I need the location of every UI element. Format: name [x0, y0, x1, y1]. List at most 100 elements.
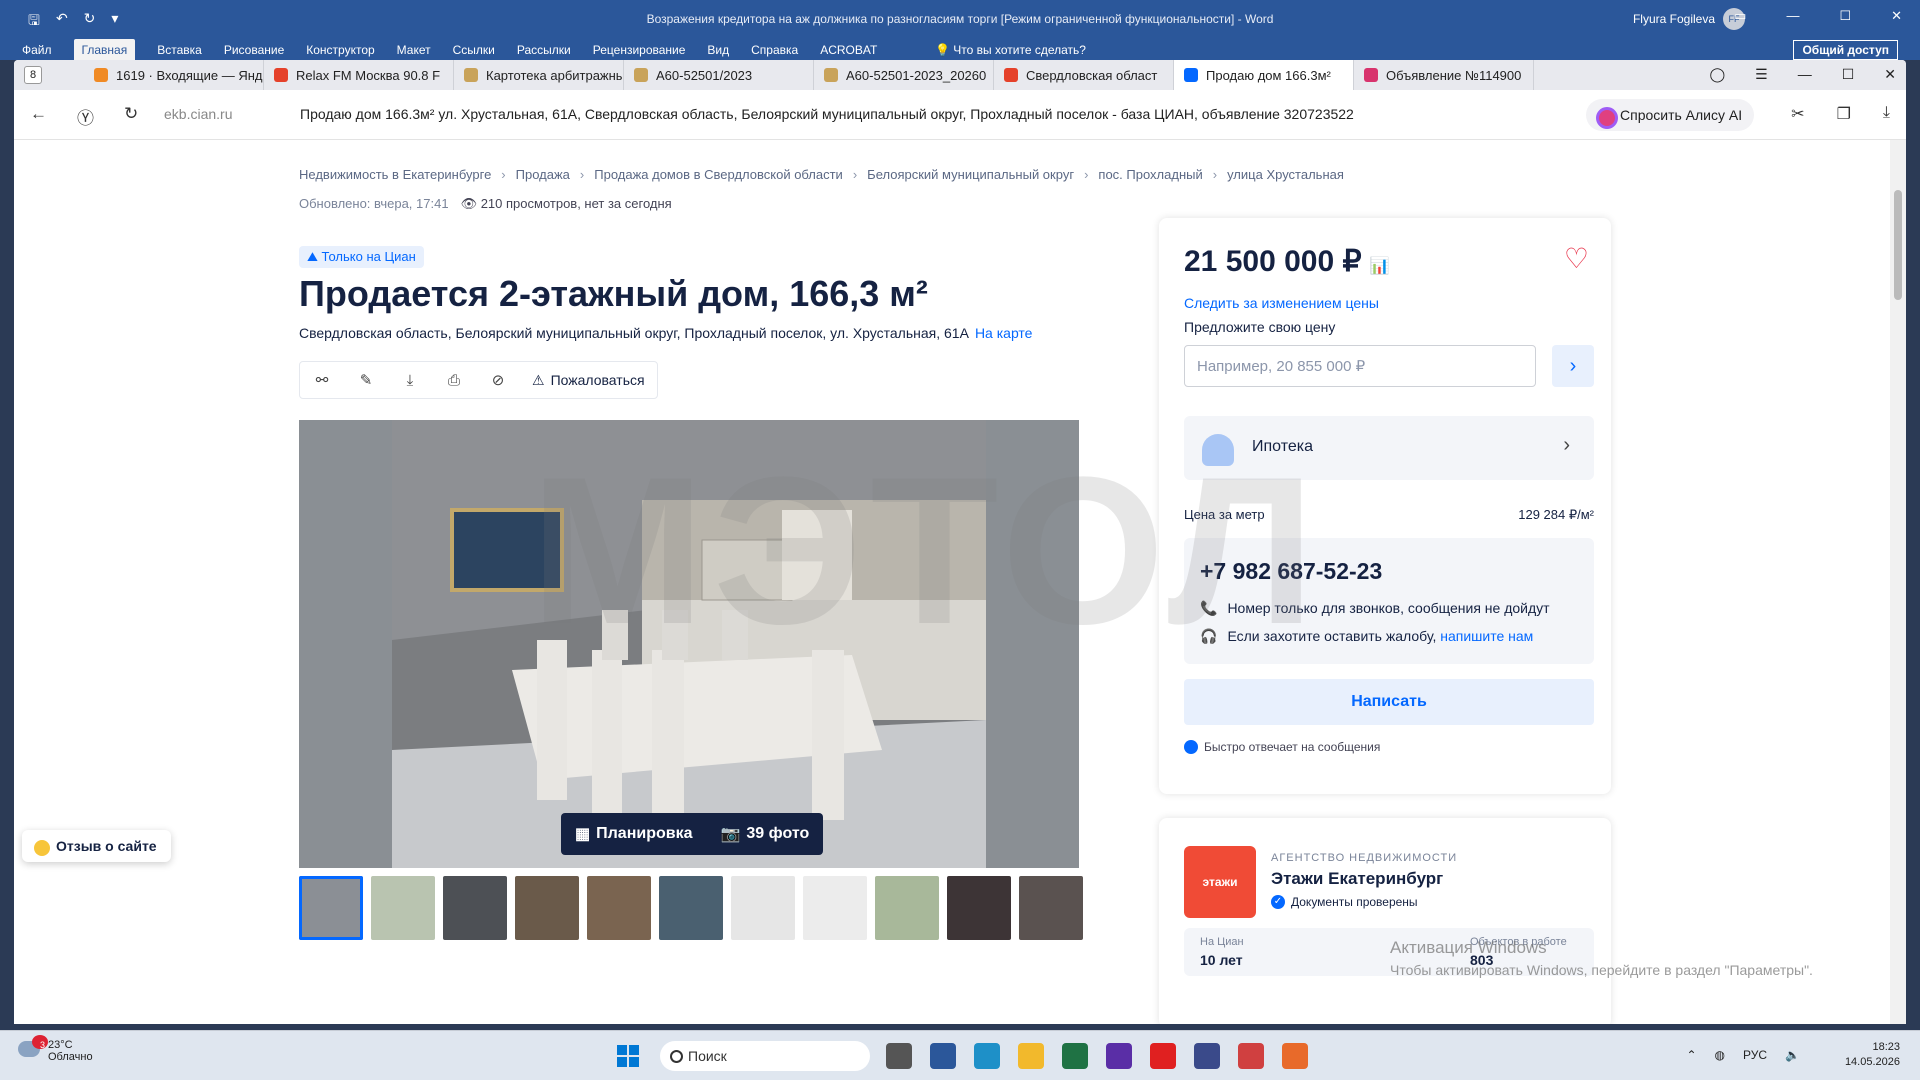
photo-thumbnail[interactable] — [299, 876, 363, 940]
tab-count[interactable]: 8 — [24, 66, 42, 84]
photo-thumbnail[interactable] — [443, 876, 507, 940]
print-icon[interactable]: ⎙ — [432, 362, 476, 398]
write-button[interactable]: Написать — [1184, 679, 1594, 725]
taskbar-search[interactable]: Поиск — [660, 1041, 870, 1071]
close-icon[interactable]: ✕ — [1891, 8, 1902, 24]
menu-icon[interactable]: ☰ — [1755, 66, 1768, 83]
taskbar-app-icon[interactable] — [1062, 1043, 1088, 1069]
ribbon-tab[interactable]: Справка — [751, 43, 798, 61]
photo-thumbnail[interactable] — [659, 876, 723, 940]
photo-thumbnail[interactable] — [1019, 876, 1083, 940]
main-photo[interactable] — [392, 420, 986, 868]
ribbon-tab[interactable]: Рецензирование — [593, 43, 686, 61]
site-feedback-button[interactable]: Отзыв о сайте — [22, 830, 171, 862]
collections-icon[interactable]: ❐ — [1837, 104, 1851, 124]
download-icon[interactable]: ⤓ — [1883, 104, 1890, 124]
ribbon-tab[interactable]: Макет — [397, 43, 431, 61]
map-link[interactable]: На карте — [975, 325, 1033, 341]
ribbon-tab[interactable]: Ссылки — [453, 43, 495, 61]
scrollbar-thumb[interactable] — [1894, 190, 1902, 300]
complaint-link[interactable]: напишите нам — [1440, 628, 1533, 644]
photo-thumbnail[interactable] — [947, 876, 1011, 940]
browser-tab[interactable]: А60-52501/2023 — [624, 60, 814, 90]
network-icon[interactable]: ◍ — [1715, 1048, 1725, 1062]
maximize-icon[interactable]: ☐ — [1839, 8, 1851, 24]
download-icon[interactable]: ⤓ — [388, 362, 432, 398]
profile-icon[interactable]: ◯ — [1709, 66, 1725, 83]
price-history-icon[interactable]: 📊 — [1370, 258, 1390, 275]
floorplan-button[interactable]: ▦ Планировка — [561, 813, 706, 855]
taskbar-app-icon[interactable] — [974, 1043, 1000, 1069]
reload-icon[interactable]: ↻ — [124, 104, 138, 129]
taskbar-app-icon[interactable] — [1018, 1043, 1044, 1069]
taskbar-app-icon[interactable] — [1194, 1043, 1220, 1069]
ribbon-tab[interactable]: Файл — [22, 43, 52, 61]
browser-tab[interactable]: 1619 · Входящие — Янд — [84, 60, 264, 90]
page-scrollbar[interactable] — [1890, 140, 1906, 1024]
share-button[interactable]: Общий доступ — [1793, 40, 1898, 60]
breadcrumb-link[interactable]: Недвижимость в Екатеринбурге — [299, 167, 491, 182]
phone-number[interactable]: +7 982 687-52-23 — [1200, 558, 1382, 585]
url-domain[interactable]: ekb.cian.ru — [164, 106, 232, 122]
photos-button[interactable]: 📷 39 фото — [706, 813, 823, 855]
ribbon-tab[interactable]: Рассылки — [517, 43, 571, 61]
maximize-icon[interactable]: ☐ — [1842, 66, 1855, 83]
taskbar-app-icon[interactable] — [1282, 1043, 1308, 1069]
favorite-heart-icon[interactable]: ♡ — [1564, 242, 1589, 275]
agency-name[interactable]: Этажи Екатеринбург — [1271, 869, 1443, 889]
extensions-icon[interactable]: ✂ — [1791, 104, 1804, 124]
taskbar-app-icon[interactable] — [1238, 1043, 1264, 1069]
mortgage-row[interactable]: Ипотека › — [1184, 416, 1594, 480]
offer-submit-button[interactable]: › — [1552, 345, 1594, 387]
taskbar-app-icon[interactable] — [1106, 1043, 1132, 1069]
ribbon-tab[interactable]: Рисование — [224, 43, 284, 61]
agency-logo[interactable]: этажи — [1184, 846, 1256, 918]
ribbon-tab[interactable]: Конструктор — [306, 43, 374, 61]
ask-alice-button[interactable]: Спросить Алису AI — [1586, 99, 1755, 131]
edit-icon[interactable]: ✎ — [344, 362, 388, 398]
ribbon-tab[interactable]: ACROBAT — [820, 43, 877, 61]
ribbon-tab[interactable]: Главная — [73, 39, 136, 61]
photo-thumbnail[interactable] — [587, 876, 651, 940]
weather-widget[interactable]: 3 23°C Облачно — [18, 1035, 93, 1063]
ribbon-tab[interactable]: Вид — [707, 43, 729, 61]
volume-icon[interactable]: 🔈 — [1785, 1048, 1800, 1062]
chevron-up-icon[interactable]: ⌃ — [1686, 1048, 1696, 1062]
browser-tab[interactable]: Свердловская област — [994, 60, 1174, 90]
breadcrumb-link[interactable]: улица Хрустальная — [1227, 167, 1344, 182]
share-icon[interactable]: ⚯ — [300, 362, 344, 398]
minimize-icon[interactable]: — — [1798, 66, 1812, 83]
photo-thumbnail[interactable] — [875, 876, 939, 940]
minimize-icon[interactable]: — — [1786, 8, 1799, 24]
complain-button[interactable]: ⚠ Пожаловаться — [520, 362, 657, 398]
language-indicator[interactable]: РУС — [1743, 1048, 1767, 1062]
photo-thumbnail[interactable] — [371, 876, 435, 940]
browser-tab[interactable]: Картотека арбитражны — [454, 60, 624, 90]
ribbon-display-icon[interactable]: ▭ — [1734, 8, 1746, 24]
breadcrumb-link[interactable]: Белоярский муниципальный округ — [867, 167, 1074, 182]
hide-icon[interactable]: ⊘ — [476, 362, 520, 398]
photo-thumbnail[interactable] — [515, 876, 579, 940]
browser-tab[interactable]: Relax FM Москва 90.8 F — [264, 60, 454, 90]
url-page-title[interactable]: Продаю дом 166.3м² ул. Хрустальная, 61А,… — [300, 106, 1354, 122]
yandex-icon[interactable]: Ⓨ — [77, 104, 94, 129]
browser-tab[interactable]: А60-52501-2023_20260 — [814, 60, 994, 90]
close-icon[interactable]: ✕ — [1884, 66, 1896, 83]
tell-me-search[interactable]: 💡 Что вы хотите сделать? — [935, 43, 1086, 57]
taskbar-app-icon[interactable] — [886, 1043, 912, 1069]
breadcrumb-link[interactable]: Продажа — [516, 167, 570, 182]
offer-input[interactable]: Например, 20 855 000 ₽ — [1184, 345, 1536, 387]
photo-gallery[interactable]: ▦ Планировка 📷 39 фото — [299, 420, 1079, 868]
breadcrumb-link[interactable]: Продажа домов в Свердловской области — [594, 167, 843, 182]
back-icon[interactable]: ← — [30, 104, 47, 129]
clock[interactable]: 18:23 14.05.2026 — [1845, 1040, 1900, 1070]
browser-tab[interactable]: Объявление №114900 — [1354, 60, 1534, 90]
photo-thumbnail[interactable] — [731, 876, 795, 940]
taskbar-app-icon[interactable] — [1150, 1043, 1176, 1069]
taskbar-app-icon[interactable] — [930, 1043, 956, 1069]
follow-price-link[interactable]: Следить за изменением цены — [1184, 295, 1379, 311]
ribbon-tab[interactable]: Вставка — [157, 43, 202, 61]
start-button[interactable] — [617, 1045, 639, 1067]
browser-tab[interactable]: Продаю дом 166.3м² — [1174, 60, 1354, 90]
breadcrumb-link[interactable]: пос. Прохладный — [1098, 167, 1202, 182]
